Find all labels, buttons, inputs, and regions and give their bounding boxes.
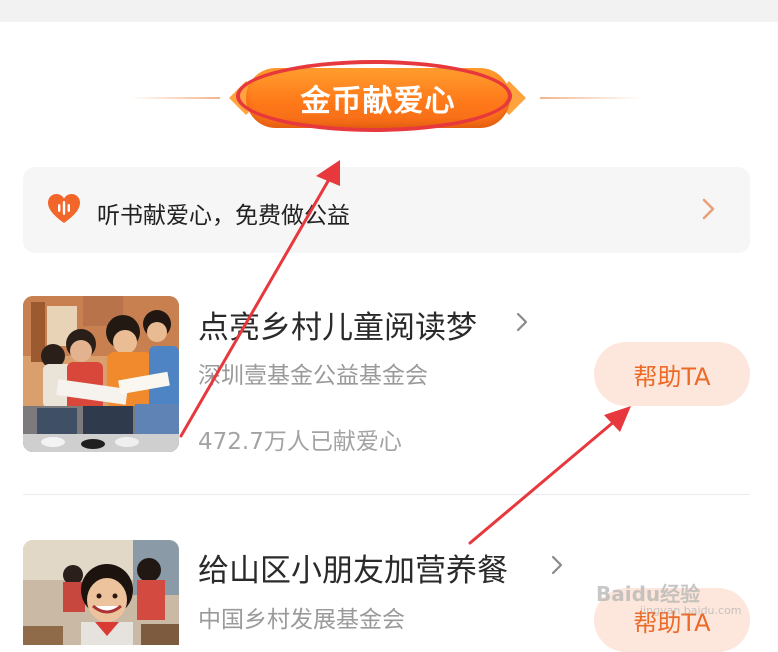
smiling-child-photo — [23, 540, 179, 645]
watermark-text: Baidu经验 — [596, 582, 701, 606]
chevron-right-icon — [516, 312, 528, 332]
item-donor-count: 472.7万人已献爱心 — [198, 429, 402, 455]
help-button[interactable]: 帮助TA — [594, 342, 750, 406]
annotation-arrow-to-button — [468, 406, 631, 545]
watermark-subtext: jingyan.baidu.com — [640, 604, 742, 617]
chevron-right-icon — [702, 198, 715, 220]
chevron-right-icon — [551, 555, 563, 575]
header-left-line — [130, 97, 220, 99]
list-divider — [23, 494, 750, 495]
item-title: 点亮乡村儿童阅读梦 — [198, 310, 477, 346]
baidu-watermark: Baidu经验 jingyan.baidu.com — [596, 566, 746, 617]
heart-audio-icon — [48, 194, 80, 223]
header-right-line — [540, 97, 640, 99]
banner-text: 听书献爱心，免费做公益 — [97, 203, 350, 229]
item-organization: 深圳壹基金公益基金会 — [198, 363, 428, 389]
top-divider-bar — [0, 0, 778, 22]
item-title: 给山区小朋友加营养餐 — [198, 553, 508, 589]
children-reading-photo — [23, 296, 179, 452]
charity-banner[interactable]: 听书献爱心，免费做公益 — [23, 167, 750, 253]
annotation-circle — [236, 60, 512, 132]
item-organization: 中国乡村发展基金会 — [198, 607, 405, 633]
